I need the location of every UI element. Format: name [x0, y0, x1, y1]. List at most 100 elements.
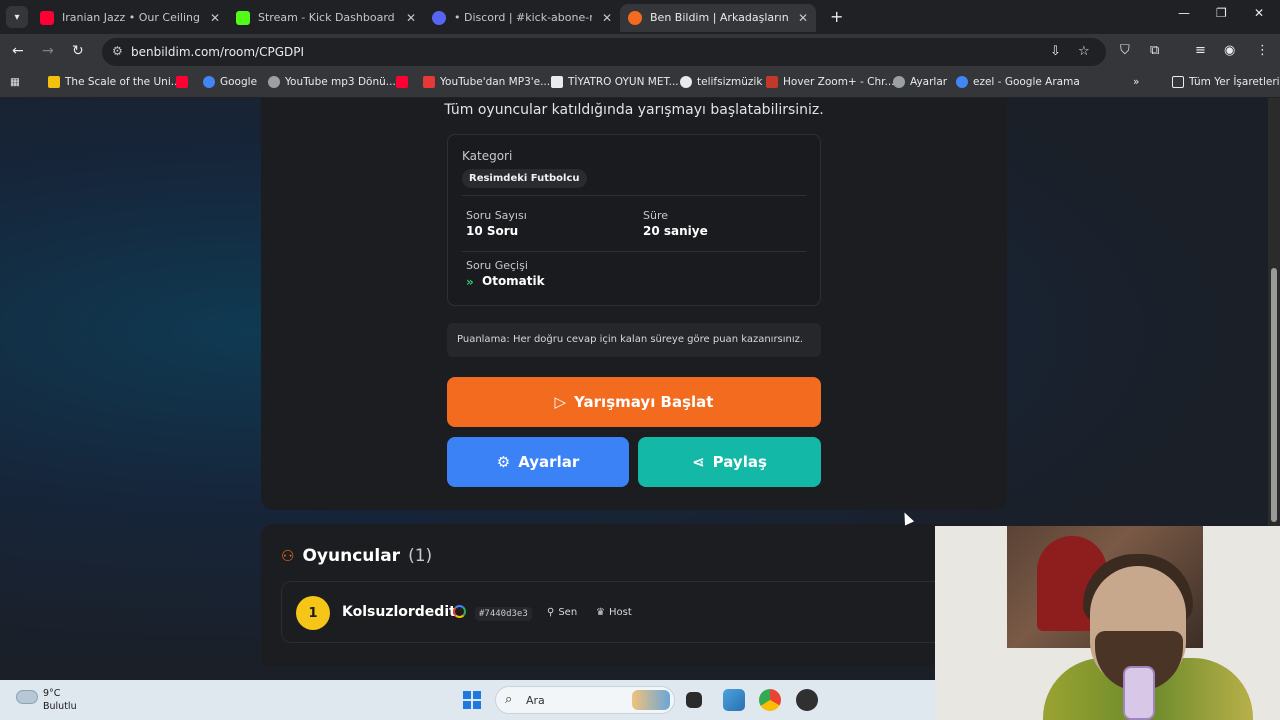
close-window-icon[interactable]: ✕ [1254, 6, 1264, 20]
benbildim-icon [628, 11, 642, 25]
youtube-icon [176, 76, 188, 88]
question-count-value: 10 Soru [466, 224, 519, 238]
tab-strip: ▾ Iranian Jazz • Our Ceilings Fell A ✕ S… [0, 0, 1280, 34]
bookmark-item[interactable]: YouTube'dan MP3'e... [423, 76, 550, 88]
share-button[interactable]: ⋖ Paylaş [638, 437, 821, 487]
kick-icon [236, 11, 250, 25]
install-app-icon[interactable]: ⇩ [1050, 44, 1061, 59]
extensions-icon[interactable]: ⧉ [1150, 43, 1159, 58]
bookmark-star-icon[interactable]: ☆ [1078, 44, 1090, 59]
tab-discord[interactable]: • Discord | #kick-abone-rolu-al ✕ [424, 4, 620, 32]
players-header: ⚇ Oyuncular (1) [281, 546, 432, 566]
bookmark-item[interactable]: YouTube mp3 Dönü... [268, 76, 396, 88]
forward-icon[interactable]: → [42, 43, 54, 59]
youtube-icon [40, 11, 54, 25]
windows-start-icon[interactable] [463, 691, 481, 709]
shield-extension-icon[interactable]: ⛉ [1120, 43, 1130, 58]
players-count: (1) [408, 546, 433, 566]
category-chip: Resimdeki Futbolcu [462, 169, 587, 188]
tab-search-button[interactable]: ▾ [6, 6, 28, 28]
duration-label: Süre [643, 209, 669, 222]
address-bar[interactable]: ⚙ benbildim.com/room/CPGDPI ⇩ ☆ [102, 38, 1106, 66]
close-tab-icon[interactable]: ✕ [602, 4, 612, 32]
all-bookmarks-folder[interactable]: Tüm Yer İşaretleri [1172, 76, 1280, 88]
music-icon [680, 76, 692, 88]
download-icon [423, 76, 435, 88]
divider [462, 251, 806, 252]
share-icon: ⋖ [692, 453, 705, 471]
players-title: Oyuncular [302, 546, 401, 566]
tab-list: Iranian Jazz • Our Ceilings Fell A ✕ Str… [32, 4, 816, 34]
bookmarks-bar: ▦ The Scale of the Uni... Google YouTube… [0, 70, 1280, 98]
image-icon [766, 76, 778, 88]
new-tab-button[interactable]: + [830, 7, 843, 26]
room-subtitle: Tüm oyuncular katıldığında yarışmayı baş… [444, 102, 824, 118]
profile-avatar-icon[interactable]: ◉ [1224, 43, 1235, 58]
apps-grid-icon[interactable]: ▦ [10, 76, 20, 88]
tab-iranian-jazz[interactable]: Iranian Jazz • Our Ceilings Fell A ✕ [32, 4, 228, 32]
transition-label: Soru Geçişi [466, 259, 528, 272]
taskbar-search[interactable]: ⌕ Ara [495, 686, 675, 714]
crown-icon [551, 76, 563, 88]
google-icon [956, 76, 968, 88]
bookmark-item[interactable]: Ayarlar [893, 76, 947, 88]
url-text[interactable]: benbildim.com/room/CPGDPI [131, 45, 304, 59]
chrome-icon[interactable] [759, 689, 781, 711]
player-name: Kolsuzlordedit [342, 604, 456, 620]
tab-title: Stream - Kick Dashboard [258, 11, 395, 24]
tab-title: Iranian Jazz • Our Ceilings Fell A [62, 11, 200, 24]
scoring-note: Puanlama: Her doğru cevap için kalan sür… [447, 323, 821, 357]
obs-app-icon[interactable] [796, 689, 818, 711]
reload-icon[interactable]: ↻ [72, 43, 84, 59]
bookmark-item[interactable]: The Scale of the Uni... [48, 76, 181, 88]
back-icon[interactable]: ← [12, 43, 24, 59]
bookmark-item[interactable]: Hover Zoom+ - Chr... [766, 76, 895, 88]
users-icon: ⚇ [281, 547, 295, 565]
cloud-icon[interactable] [16, 690, 38, 704]
bookmark-item[interactable]: ezel - Google Arama [956, 76, 1080, 88]
weather-temperature[interactable]: 9°C [43, 688, 60, 699]
settings-label: Ayarlar [518, 453, 580, 471]
close-tab-icon[interactable]: ✕ [798, 4, 808, 32]
site-info-icon[interactable]: ⚙ [112, 44, 123, 58]
close-tab-icon[interactable]: ✕ [406, 4, 416, 32]
bookmark-item[interactable]: telifsizmüzik [680, 76, 762, 88]
you-tag: ⚲ Sen [547, 607, 578, 618]
bookmark-item[interactable]: Google [203, 76, 257, 88]
player-id: #7440d3e3 [475, 607, 532, 621]
double-chevron-right-icon: » [466, 275, 474, 289]
minimize-icon[interactable]: — [1178, 6, 1190, 20]
search-highlight-image [632, 690, 670, 710]
settings-button[interactable]: ⚙ Ayarlar [447, 437, 629, 487]
search-placeholder: Ara [526, 694, 545, 707]
webcam-overlay [935, 526, 1280, 720]
start-game-button[interactable]: ▷ Yarışmayı Başlat [447, 377, 821, 427]
google-icon [453, 605, 466, 618]
bookmark-item[interactable] [396, 76, 408, 88]
bookmark-item[interactable] [176, 76, 188, 88]
close-tab-icon[interactable]: ✕ [210, 4, 220, 32]
tab-title: • Discord | #kick-abone-rolu-al [454, 11, 592, 24]
share-label: Paylaş [712, 453, 767, 471]
transition-value: Otomatik [482, 274, 545, 288]
tab-benbildim[interactable]: Ben Bildim | Arkadaşlarınla Onli ✕ [620, 4, 816, 32]
more-bookmarks-icon[interactable]: » [1133, 76, 1139, 88]
windows-taskbar: 9°C Bulutlu ⌕ Ara [0, 680, 935, 720]
media-controls-icon[interactable]: ≡ [1195, 43, 1206, 58]
menu-kebab-icon[interactable]: ⋮ [1256, 43, 1269, 58]
user-icon: ⚲ [547, 607, 555, 618]
restore-icon[interactable]: ❐ [1216, 6, 1227, 20]
scrollbar-thumb[interactable] [1271, 268, 1277, 522]
bookmark-item[interactable]: TİYATRO OYUN MET... [551, 76, 679, 88]
players-card: ⚇ Oyuncular (1) 1 Kolsuzlordedit #7440d3… [261, 524, 1007, 666]
control-panel-icon[interactable] [723, 689, 745, 711]
folder-icon [1172, 76, 1184, 88]
duration-value: 20 saniye [643, 224, 708, 238]
category-label: Kategori [462, 149, 513, 163]
crown-icon: ♛ [596, 607, 605, 618]
rank-badge: 1 [296, 596, 330, 630]
weather-condition[interactable]: Bulutlu [43, 701, 77, 712]
discord-icon [432, 11, 446, 25]
tab-kick-dashboard[interactable]: Stream - Kick Dashboard ✕ [228, 4, 424, 32]
task-view-icon[interactable] [686, 692, 702, 708]
